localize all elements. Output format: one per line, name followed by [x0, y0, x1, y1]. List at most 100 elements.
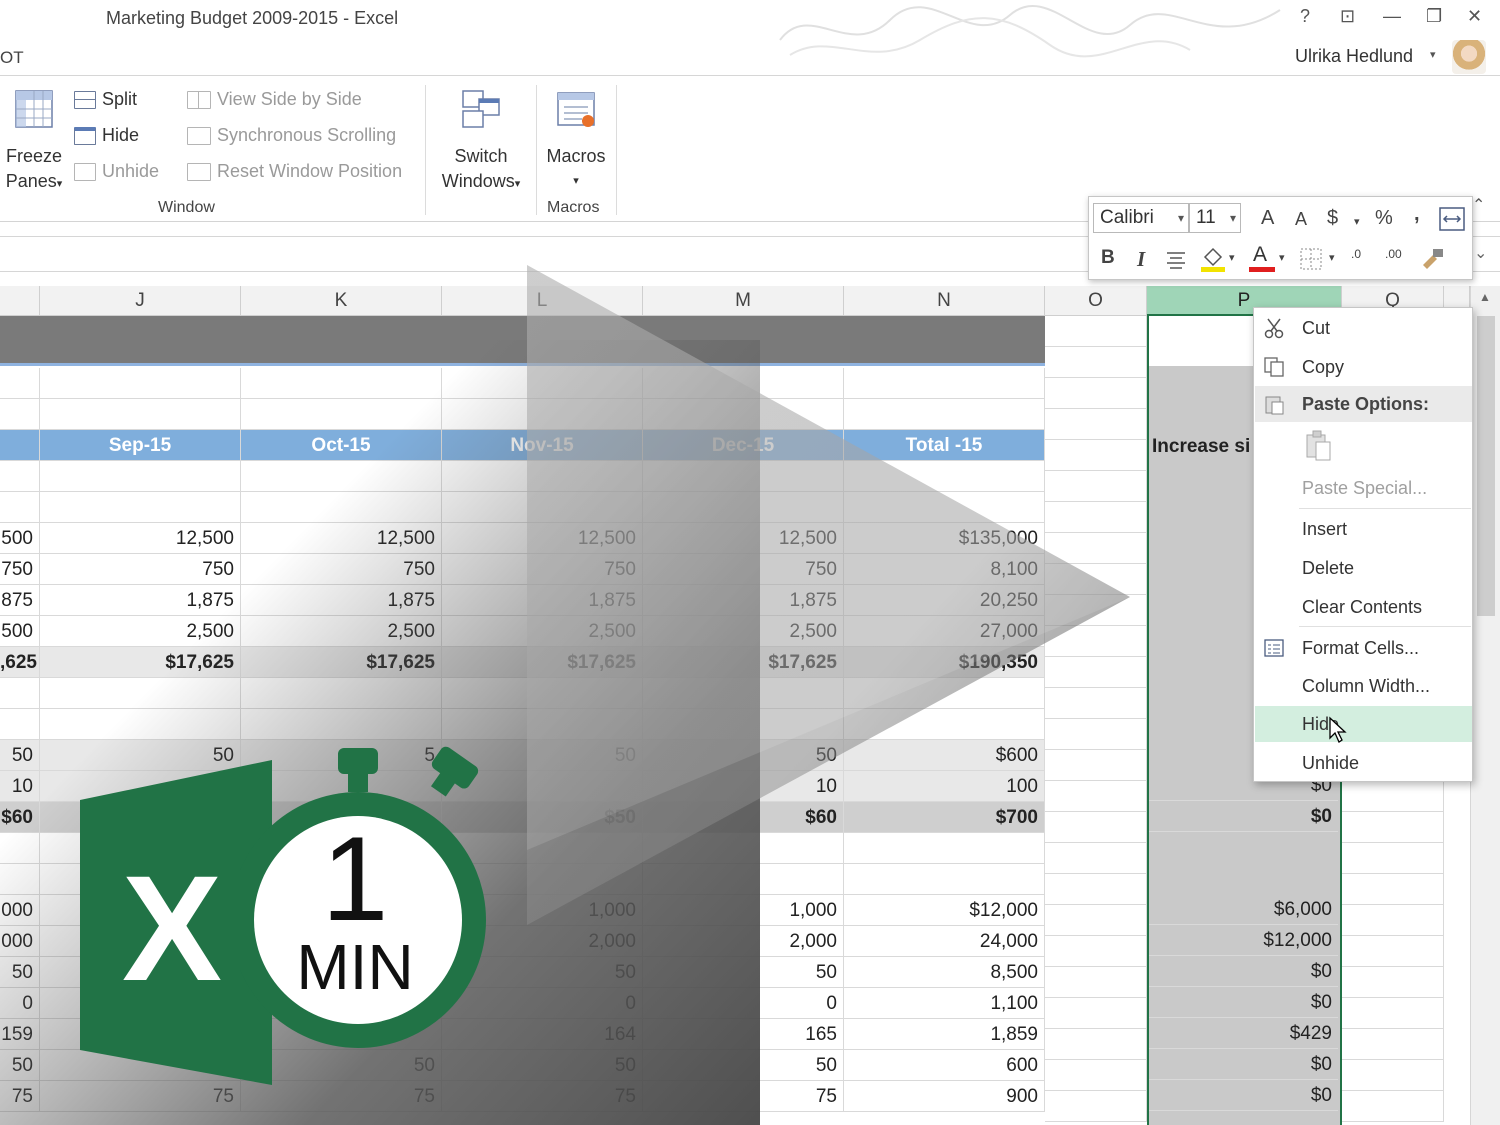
row-label-cell[interactable]: 500 [0, 523, 40, 554]
cell[interactable] [241, 492, 442, 523]
format-painter-icon[interactable] [1419, 247, 1445, 271]
row-label-cell[interactable]: 75 [0, 1081, 40, 1112]
cell[interactable] [0, 461, 40, 492]
column-header-m[interactable]: M [643, 286, 844, 316]
table-cell[interactable]: 8,500 [844, 957, 1045, 988]
menu-item-delete[interactable]: Delete [1255, 550, 1472, 586]
table-cell[interactable]: $17,625 [643, 647, 844, 678]
menu-item-clear-contents[interactable]: Clear Contents [1255, 589, 1472, 625]
table-cell[interactable]: 1,000 [643, 895, 844, 926]
menu-item-format-cells[interactable]: Format Cells... [1255, 630, 1472, 666]
p-column-cell[interactable]: $0 [1149, 801, 1338, 832]
cell[interactable] [643, 864, 844, 895]
chevron-down-icon[interactable]: ▾ [1354, 215, 1360, 228]
table-cell[interactable]: 75 [241, 1081, 442, 1112]
merge-center-icon[interactable] [1439, 207, 1465, 231]
cell[interactable] [1045, 967, 1147, 998]
table-cell[interactable]: 2,500 [442, 616, 643, 647]
split-button[interactable]: Split [74, 89, 137, 110]
cell[interactable] [1045, 471, 1147, 502]
menu-item-column-width[interactable]: Column Width... [1255, 668, 1472, 704]
header-cell-month[interactable]: Oct-15 [241, 430, 442, 461]
macros-button[interactable]: Macros ▾ [540, 87, 612, 194]
paste-icon[interactable] [1304, 430, 1334, 462]
row-label-cell[interactable]: 000 [0, 895, 40, 926]
row-label-cell[interactable]: 159 [0, 1019, 40, 1050]
header-cell-month[interactable]: Nov-15 [442, 430, 643, 461]
cell[interactable] [0, 833, 40, 864]
comma-style-icon[interactable]: , [1414, 203, 1420, 226]
p-column-cell[interactable]: $6,000 [1149, 894, 1338, 925]
cell[interactable] [844, 492, 1045, 523]
table-cell[interactable]: 750 [40, 554, 241, 585]
column-header-edge[interactable] [0, 286, 40, 316]
table-cell[interactable]: 12,500 [241, 523, 442, 554]
table-cell[interactable]: 12,500 [40, 523, 241, 554]
row-label-cell[interactable]: 10 [0, 771, 40, 802]
cell[interactable] [1342, 843, 1444, 874]
p-column-cell[interactable]: $0 [1149, 1049, 1338, 1080]
scroll-up-icon[interactable]: ▲ [1479, 290, 1491, 304]
cell[interactable] [1342, 781, 1444, 812]
row-label-cell[interactable]: $60 [0, 802, 40, 833]
table-cell[interactable]: 750 [241, 554, 442, 585]
row-label-cell[interactable]: 000 [0, 926, 40, 957]
table-cell[interactable]: $17,625 [40, 647, 241, 678]
table-cell[interactable]: 75 [40, 1081, 241, 1112]
row-label-cell[interactable]: 500 [0, 616, 40, 647]
cell[interactable] [0, 492, 40, 523]
table-cell[interactable]: 600 [844, 1050, 1045, 1081]
column-header-o[interactable]: O [1045, 286, 1147, 316]
cell[interactable] [1045, 347, 1147, 378]
cell[interactable] [442, 678, 643, 709]
cell[interactable] [1342, 812, 1444, 843]
table-cell[interactable]: $600 [844, 740, 1045, 771]
cell[interactable] [1342, 967, 1444, 998]
table-cell[interactable]: 50 [643, 957, 844, 988]
p-column-cell[interactable]: $12,000 [1149, 925, 1338, 956]
collapse-ribbon-icon[interactable]: ⌃ [1472, 195, 1485, 215]
currency-format-icon[interactable]: $ [1327, 207, 1338, 230]
cell[interactable] [442, 709, 643, 740]
column-header-j[interactable]: J [40, 286, 241, 316]
cell[interactable] [1045, 502, 1147, 533]
row-label-cell[interactable]: 50 [0, 1050, 40, 1081]
borders-icon[interactable] [1299, 247, 1323, 271]
cell[interactable] [442, 492, 643, 523]
hide-button[interactable]: Hide [74, 125, 139, 146]
minimize-button[interactable]: — [1383, 6, 1401, 27]
cell[interactable] [241, 399, 442, 430]
vertical-scrollbar[interactable]: ▲ [1470, 286, 1500, 1125]
cell[interactable] [1045, 564, 1147, 595]
table-cell[interactable]: $17,625 [241, 647, 442, 678]
table-cell[interactable]: 2,500 [40, 616, 241, 647]
unhide-button[interactable]: Unhide [74, 161, 159, 182]
increase-decimal-icon[interactable]: .0 [1351, 247, 1361, 261]
cell[interactable] [1045, 936, 1147, 967]
cell[interactable] [643, 492, 844, 523]
row-label-cell[interactable]: 875 [0, 585, 40, 616]
cell[interactable] [1045, 812, 1147, 843]
cell[interactable] [844, 864, 1045, 895]
user-menu-arrow-icon[interactable]: ▾ [1430, 48, 1436, 61]
user-name[interactable]: Ulrika Hedlund [1295, 46, 1413, 67]
menu-item-copy[interactable]: Copy [1255, 349, 1472, 385]
table-cell[interactable]: $190,350 [844, 647, 1045, 678]
chevron-down-icon[interactable]: ▾ [1279, 251, 1285, 264]
avatar[interactable] [1452, 40, 1486, 74]
cell[interactable] [844, 678, 1045, 709]
cell[interactable] [0, 864, 40, 895]
row-label-cell[interactable]: 0 [0, 988, 40, 1019]
help-button[interactable]: ? [1300, 6, 1310, 27]
table-cell[interactable]: $700 [844, 802, 1045, 833]
table-cell[interactable]: 1,875 [643, 585, 844, 616]
bold-button[interactable]: B [1101, 247, 1115, 269]
view-side-by-side-button[interactable]: View Side by Side [187, 89, 362, 110]
font-color-button[interactable]: A [1249, 243, 1275, 273]
cell[interactable] [643, 461, 844, 492]
cell[interactable] [442, 399, 643, 430]
cell[interactable] [643, 399, 844, 430]
cell[interactable] [643, 678, 844, 709]
cell[interactable] [1045, 440, 1147, 471]
cell[interactable] [241, 461, 442, 492]
